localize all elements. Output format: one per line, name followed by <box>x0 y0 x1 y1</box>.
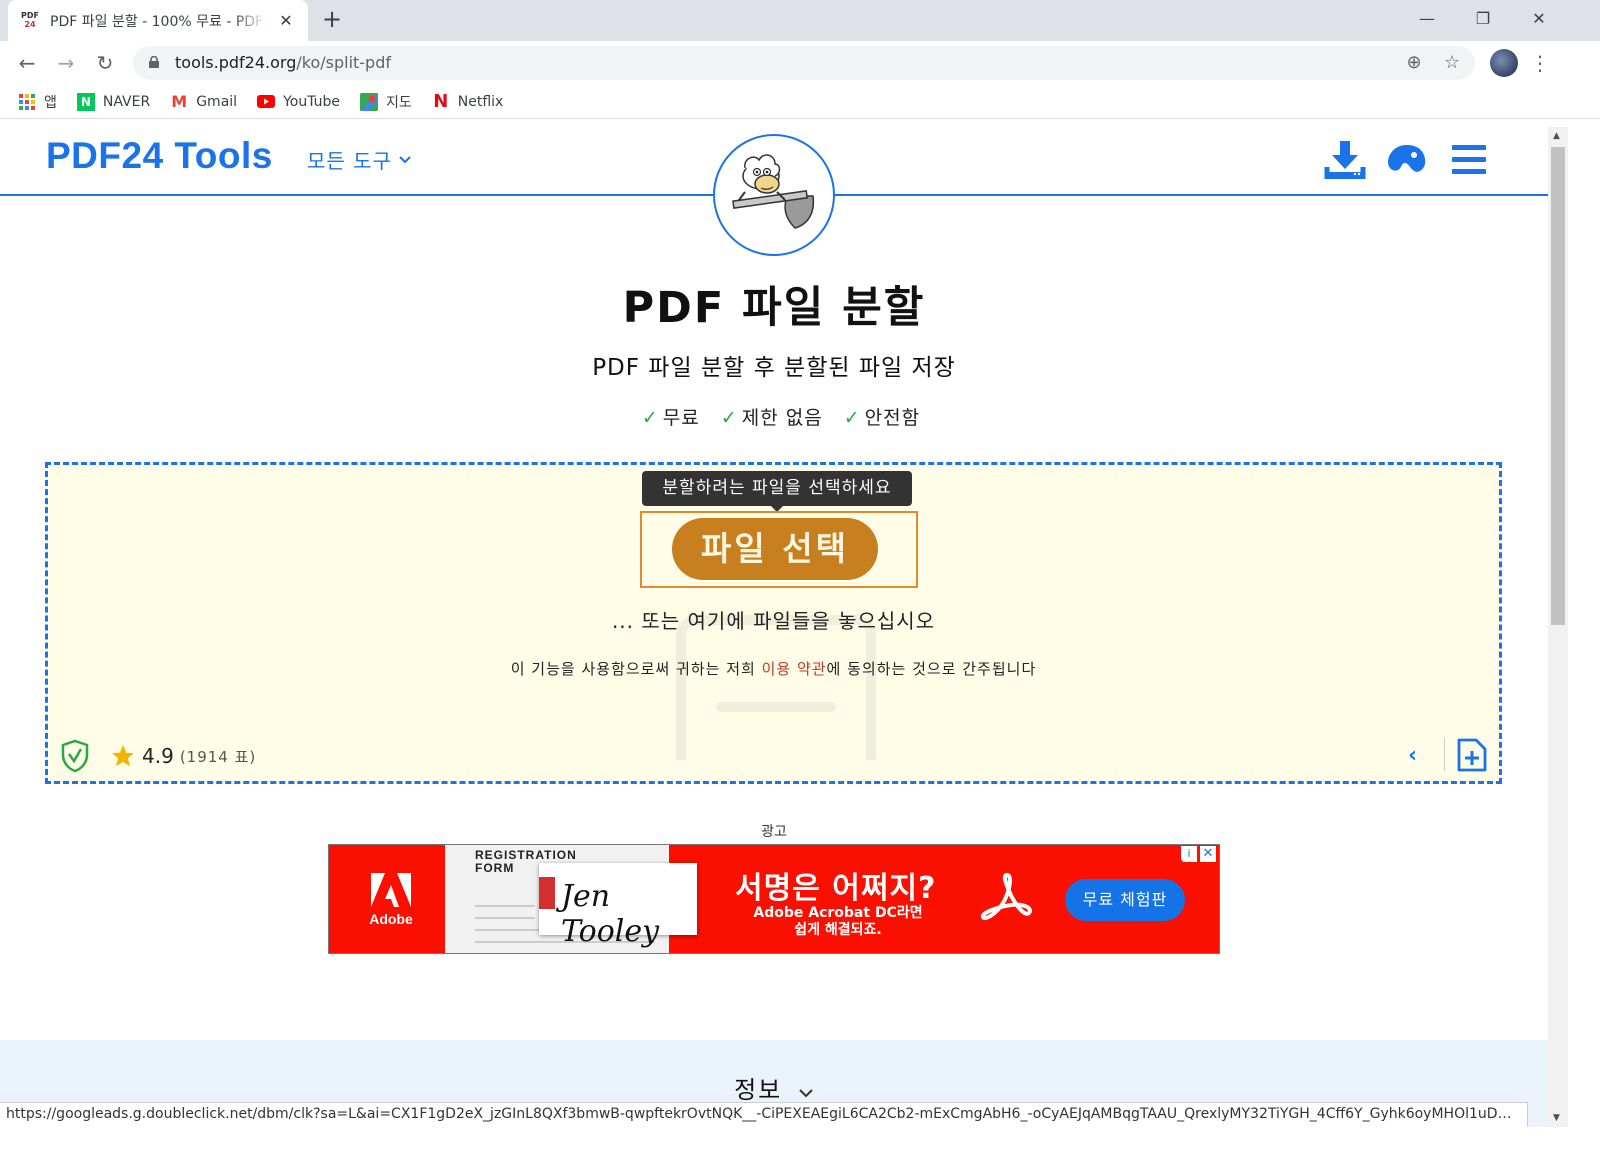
brand-logo[interactable]: PDF24 Tools <box>46 135 273 177</box>
maximize-icon[interactable]: ❐ <box>1468 6 1498 32</box>
apps-grid-icon <box>18 93 36 111</box>
all-tools-menu[interactable]: 모든 도구 <box>307 145 412 174</box>
youtube-icon <box>257 93 276 111</box>
maps-icon <box>360 92 378 111</box>
bookmark-star-icon[interactable]: ☆ <box>1441 52 1463 74</box>
ad-signature-text: Jen Tooley <box>561 879 660 949</box>
feature-free: 무료 <box>662 407 700 429</box>
check-icon: ✓ <box>720 407 738 429</box>
tab-close-icon[interactable]: ✕ <box>276 11 296 30</box>
terms-text-before: 이 기능을 사용함으로써 귀하는 저희 <box>510 660 762 678</box>
chevron-down-icon <box>399 155 411 163</box>
window-close-icon[interactable]: ✕ <box>1524 6 1554 32</box>
rating-value: 4.9 <box>142 744 174 768</box>
adobe-brand-text: Adobe <box>369 911 413 927</box>
bookmark-gmail[interactable]: M Gmail <box>170 92 237 111</box>
info-title: 정보 <box>734 1076 783 1104</box>
scroll-thumb[interactable] <box>1551 147 1565 625</box>
page-viewport: PDF24 Tools 모든 도구 PDF 파일 분할 PDF 파일 분할 후 … <box>0 127 1548 1127</box>
netflix-icon: N <box>433 91 449 112</box>
page-scrollbar[interactable]: ▲ ▼ <box>1548 127 1568 1127</box>
rating[interactable]: 4.9 (1914 표) <box>110 743 256 769</box>
terms-link[interactable]: 이용 약관 <box>762 660 827 678</box>
shield-check-icon[interactable] <box>60 739 90 773</box>
adobe-logo-icon: Adobe <box>369 873 413 927</box>
bookmark-apps[interactable]: 앱 <box>18 92 57 112</box>
ad-headline: 서명은 어쩌지? <box>735 871 937 906</box>
adobe-ad-banner[interactable]: Adobe REGISTRATION FORM Jen Tooley 서명은 어쩌… <box>328 844 1220 954</box>
ad-close-icon[interactable]: ✕ <box>1200 846 1216 862</box>
tab-strip: PDF 24 PDF 파일 분할 - 100% 무료 - PDF24 ✕ + —… <box>0 0 1600 41</box>
chevron-down-icon <box>799 1089 813 1098</box>
palette-icon[interactable] <box>1386 139 1428 179</box>
ad-signature-card: Jen Tooley <box>539 863 697 949</box>
select-file-tooltip: 분할하려는 파일을 선택하세요 <box>642 471 912 512</box>
bookmark-youtube[interactable]: YouTube <box>257 93 340 111</box>
rating-votes: (1914 표) <box>179 747 257 766</box>
page-subtitle: PDF 파일 분할 후 분할된 파일 저장 <box>592 355 956 381</box>
star-icon <box>112 745 134 767</box>
select-file-button[interactable]: 파일 선택 <box>672 518 878 580</box>
reload-icon[interactable]: ↻ <box>92 50 118 76</box>
file-drop-zone[interactable]: 분할하려는 파일을 선택하세요 파일 선택 ... 또는 여기에 파일들을 놓으… <box>45 462 1502 784</box>
install-app-icon[interactable]: ⊕ <box>1403 52 1425 74</box>
download-icon[interactable] <box>1324 139 1366 179</box>
bookmark-maps[interactable]: 지도 <box>360 92 412 112</box>
url-text: tools.pdf24.org/ko/split-pdf <box>175 53 391 72</box>
back-icon[interactable]: ← <box>14 50 40 76</box>
browser-tab[interactable]: PDF 24 PDF 파일 분할 - 100% 무료 - PDF24 ✕ <box>8 0 308 41</box>
check-icon: ✓ <box>641 407 659 429</box>
bookmark-netflix[interactable]: N Netflix <box>432 91 503 112</box>
ad-label: 광고 <box>761 824 787 840</box>
page-title: PDF 파일 분할 <box>622 283 926 333</box>
new-tab-icon[interactable]: + <box>320 7 344 32</box>
naver-icon: N <box>76 92 95 111</box>
minimize-icon[interactable]: — <box>1412 6 1442 32</box>
feature-list: ✓ 무료 ✓ 제한 없음 ✓ 안전함 <box>0 403 1548 430</box>
mascot-axe-illustration <box>713 134 835 256</box>
forward-icon[interactable]: → <box>53 50 79 76</box>
free-trial-button[interactable]: 무료 체험판 <box>1065 879 1185 921</box>
feature-unlimited: 제한 없음 <box>741 407 823 429</box>
scroll-down-icon[interactable]: ▼ <box>1553 1113 1560 1123</box>
address-bar[interactable]: tools.pdf24.org/ko/split-pdf ⊕ ☆ <box>133 46 1475 80</box>
ad-subtext: Adobe Acrobat DC라면 쉽게 해결되죠. <box>753 905 923 938</box>
feature-secure: 안전함 <box>864 407 921 429</box>
browser-toolbar: ← → ↻ tools.pdf24.org/ko/split-pdf ⊕ ☆ ⋮ <box>0 41 1600 85</box>
acrobat-logo-icon <box>980 873 1032 920</box>
lock-icon <box>149 56 159 68</box>
tab-title: PDF 파일 분할 - 100% 무료 - PDF24 <box>50 13 266 30</box>
terms-notice: 이 기능을 사용함으로써 귀하는 저희 이용 약관에 동의하는 것으로 간주됩니… <box>48 658 1499 679</box>
add-file-icon[interactable] <box>1456 737 1488 773</box>
chrome-menu-icon[interactable]: ⋮ <box>1528 49 1552 77</box>
terms-text-after: 에 동의하는 것으로 간주됩니다 <box>826 660 1037 678</box>
hamburger-menu-icon[interactable] <box>1448 139 1490 179</box>
ad-info-icon[interactable]: i <box>1181 846 1197 862</box>
ad-signature-pin <box>539 877 555 909</box>
document-watermark-icon <box>676 615 876 760</box>
dropzone-divider <box>1444 737 1445 771</box>
bookmarks-bar: 앱 N NAVER M Gmail YouTube 지도 N Netflix <box>0 85 1600 119</box>
bookmark-naver[interactable]: N NAVER <box>76 92 150 111</box>
link-status-bar: https://googleads.g.doubleclick.net/dbm/… <box>0 1102 1528 1127</box>
document-watermark-line <box>716 702 836 712</box>
all-tools-label: 모든 도구 <box>307 149 392 173</box>
drop-hint: ... 또는 여기에 파일들을 놓으십시오 <box>611 609 936 633</box>
profile-avatar[interactable] <box>1490 49 1518 77</box>
info-toggle[interactable]: 정보 <box>0 1070 1548 1105</box>
gmail-icon: M <box>171 92 188 111</box>
chevron-left-icon[interactable]: ‹ <box>1408 743 1417 768</box>
scroll-up-icon[interactable]: ▲ <box>1553 131 1560 141</box>
pdf24-favicon-icon: PDF 24 <box>21 10 39 29</box>
check-icon: ✓ <box>843 407 861 429</box>
